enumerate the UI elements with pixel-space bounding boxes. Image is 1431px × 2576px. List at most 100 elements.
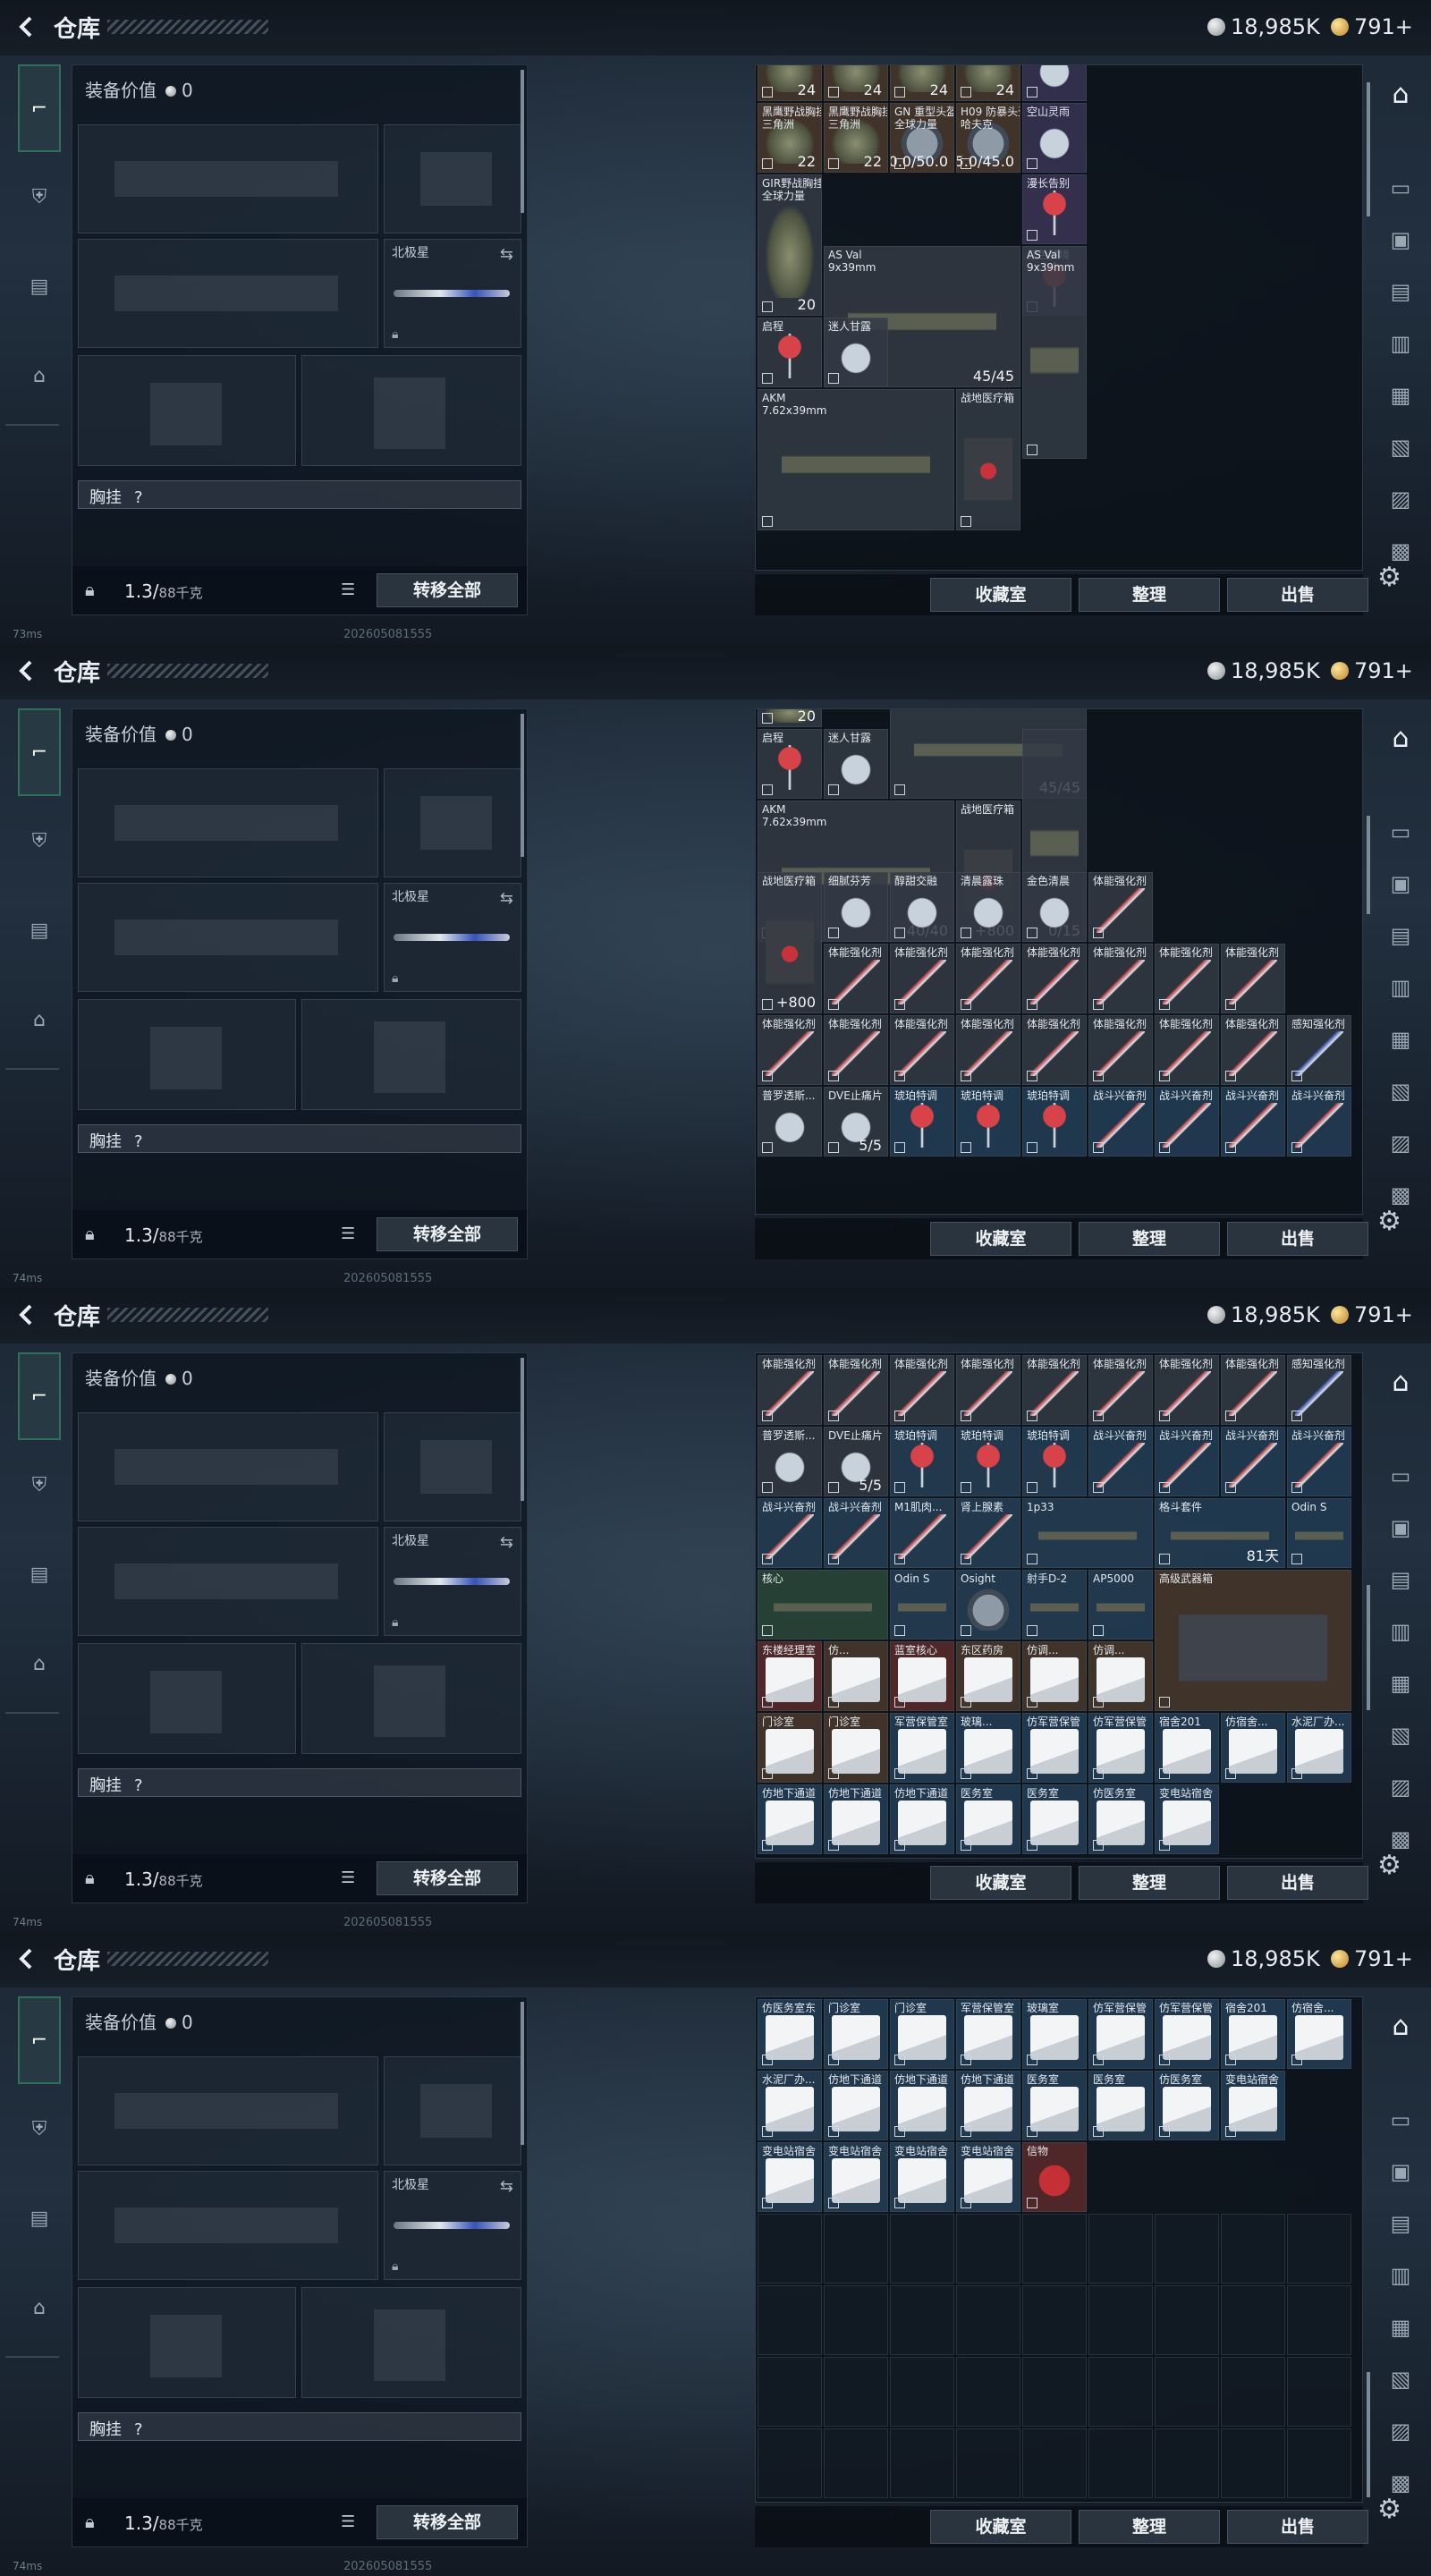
item-select-checkbox[interactable]	[1159, 999, 1170, 1010]
item-type-icon-3[interactable]: ▤	[1383, 2206, 1418, 2241]
inventory-item[interactable]: 水泥厂办...	[758, 2071, 822, 2140]
inventory-item[interactable]: Odin S	[1287, 1498, 1351, 1568]
swap-icon[interactable]: ⇆	[500, 245, 513, 264]
inventory-item[interactable]: 20	[758, 709, 822, 727]
empty-inventory-slot[interactable]	[956, 2357, 1020, 2427]
item-select-checkbox[interactable]	[1159, 1768, 1170, 1779]
item-select-checkbox[interactable]	[961, 928, 971, 938]
inventory-item[interactable]: 1p33	[1022, 1498, 1153, 1568]
helmet-slot[interactable]	[78, 1643, 296, 1754]
inventory-item[interactable]: 感知强化剂	[1287, 1015, 1351, 1085]
item-select-checkbox[interactable]	[1225, 2055, 1236, 2065]
item-type-icon-6[interactable]: ▧	[1383, 2361, 1418, 2397]
inventory-item[interactable]: 军营保管室	[890, 1713, 954, 1783]
transfer-all-button[interactable]: 转移全部	[377, 1861, 518, 1895]
inventory-item[interactable]: H09 防暴头盔 哈夫克45.0/45.0	[956, 103, 1020, 173]
settings-gear-icon[interactable]: ⚙	[1377, 1206, 1401, 1237]
empty-inventory-slot[interactable]	[890, 2428, 954, 2498]
inventory-item[interactable]	[956, 1996, 1020, 1997]
item-select-checkbox[interactable]	[828, 928, 839, 938]
inventory-scrollbar[interactable]	[1367, 816, 1370, 914]
item-select-checkbox[interactable]	[1093, 1840, 1104, 1851]
item-select-checkbox[interactable]	[762, 999, 773, 1010]
empty-inventory-slot[interactable]	[1287, 2357, 1351, 2427]
item-select-checkbox[interactable]	[1159, 2126, 1170, 2137]
item-select-checkbox[interactable]	[762, 1142, 773, 1153]
chest-rig-help-icon[interactable]: ?	[134, 488, 143, 507]
item-select-checkbox[interactable]	[1093, 1768, 1104, 1779]
item-select-checkbox[interactable]	[762, 713, 773, 724]
inventory-item[interactable]: 战斗兴奋剂	[1221, 1087, 1285, 1157]
inventory-item[interactable]: Odin S	[890, 1570, 954, 1640]
inventory-item[interactable]: 黑鹰野战胸挂 三角洲 22	[824, 103, 888, 173]
equipment-scrollbar[interactable]	[521, 2002, 524, 2145]
inventory-item[interactable]: 仿军营保管	[1022, 1713, 1087, 1783]
item-type-icon-5[interactable]: ▦	[1383, 1021, 1418, 1057]
item-select-checkbox[interactable]	[828, 87, 839, 97]
inventory-item[interactable]: 仿军营保管	[1155, 1999, 1219, 2069]
inventory-item[interactable]: 启程	[758, 318, 822, 387]
item-select-checkbox[interactable]	[1225, 1142, 1236, 1153]
inventory-item[interactable]: Osight	[956, 1570, 1020, 1640]
item-select-checkbox[interactable]	[762, 373, 773, 384]
empty-inventory-slot[interactable]	[824, 2357, 888, 2427]
pistol-slot[interactable]	[384, 124, 521, 233]
item-select-checkbox[interactable]	[1027, 1697, 1037, 1707]
empty-inventory-slot[interactable]	[824, 2428, 888, 2498]
item-select-checkbox[interactable]	[961, 2055, 971, 2065]
item-select-checkbox[interactable]	[828, 2126, 839, 2137]
item-select-checkbox[interactable]	[961, 1554, 971, 1564]
item-select-checkbox[interactable]	[1027, 1142, 1037, 1153]
sort-button[interactable]: 整理	[1079, 2510, 1220, 2544]
item-select-checkbox[interactable]	[828, 2198, 839, 2208]
item-select-checkbox[interactable]	[894, 1768, 905, 1779]
inventory-item[interactable]: 水泥厂办...	[1287, 1713, 1351, 1783]
armor-slot[interactable]	[301, 355, 521, 466]
item-select-checkbox[interactable]	[961, 999, 971, 1010]
item-select-checkbox[interactable]	[894, 1482, 905, 1493]
inventory-item[interactable]: 仿军营保管	[1088, 1713, 1153, 1783]
inventory-item[interactable]: DAR突击手胸挂 全球力量24	[824, 65, 888, 101]
item-select-checkbox[interactable]	[762, 1768, 773, 1779]
item-type-icon-2[interactable]: ▣	[1383, 2154, 1418, 2190]
empty-inventory-slot[interactable]	[1221, 2285, 1285, 2355]
item-select-checkbox[interactable]	[1093, 2055, 1104, 2065]
inventory-item[interactable]: 仿宿舍...	[1287, 1999, 1351, 2069]
empty-inventory-slot[interactable]	[1221, 2428, 1285, 2498]
inventory-item[interactable]	[890, 1996, 954, 1997]
primary-weapon-slot[interactable]	[78, 768, 378, 877]
equipment-scrollbar[interactable]	[521, 1358, 524, 1501]
item-select-checkbox[interactable]	[762, 1554, 773, 1564]
inventory-item[interactable]: AS Val 9x39mm	[1022, 246, 1087, 459]
item-select-checkbox[interactable]	[1093, 999, 1104, 1010]
pistol-slot[interactable]	[384, 1412, 521, 1521]
inventory-item[interactable]: 普罗透斯...	[758, 1087, 822, 1157]
item-select-checkbox[interactable]	[961, 1840, 971, 1851]
silver-currency[interactable]: 18,985K	[1207, 658, 1320, 683]
inventory-item[interactable]: 战斗兴奋剂	[1287, 1427, 1351, 1496]
tab-case[interactable]: ⌂	[18, 2281, 61, 2334]
tab-armor[interactable]: ⛨	[18, 2102, 61, 2156]
inventory-item[interactable]: 漫长告别	[1022, 174, 1087, 244]
inventory-item[interactable]: 体能强化剂	[1022, 944, 1087, 1013]
list-icon[interactable]: ☰	[341, 1224, 355, 1243]
inventory-item[interactable]: 体能强化剂	[1221, 1015, 1285, 1085]
item-select-checkbox[interactable]	[894, 87, 905, 97]
item-select-checkbox[interactable]	[1291, 1768, 1302, 1779]
inventory-item[interactable]: 变电站宿舍	[824, 2142, 888, 2212]
item-select-checkbox[interactable]	[1225, 999, 1236, 1010]
item-select-checkbox[interactable]	[1027, 1482, 1037, 1493]
secondary-weapon-slot[interactable]	[78, 2171, 378, 2280]
empty-inventory-slot[interactable]	[1088, 2285, 1153, 2355]
back-arrow-icon[interactable]	[14, 14, 39, 39]
inventory-item[interactable]: 宿舍201	[1221, 1999, 1285, 2069]
item-select-checkbox[interactable]	[894, 158, 905, 169]
item-select-checkbox[interactable]	[1027, 1625, 1037, 1636]
inventory-item[interactable]: 蓝室核心	[890, 1641, 954, 1711]
tab-pistol[interactable]: ⌐	[18, 708, 61, 796]
inventory-item[interactable]: 体能强化剂	[1022, 1355, 1087, 1425]
inventory-item[interactable]: 仿医务室东	[758, 1999, 822, 2069]
tab-pistol[interactable]: ⌐	[18, 1352, 61, 1440]
inventory-item[interactable]: 东楼经理室	[758, 1641, 822, 1711]
item-select-checkbox[interactable]	[762, 1071, 773, 1081]
